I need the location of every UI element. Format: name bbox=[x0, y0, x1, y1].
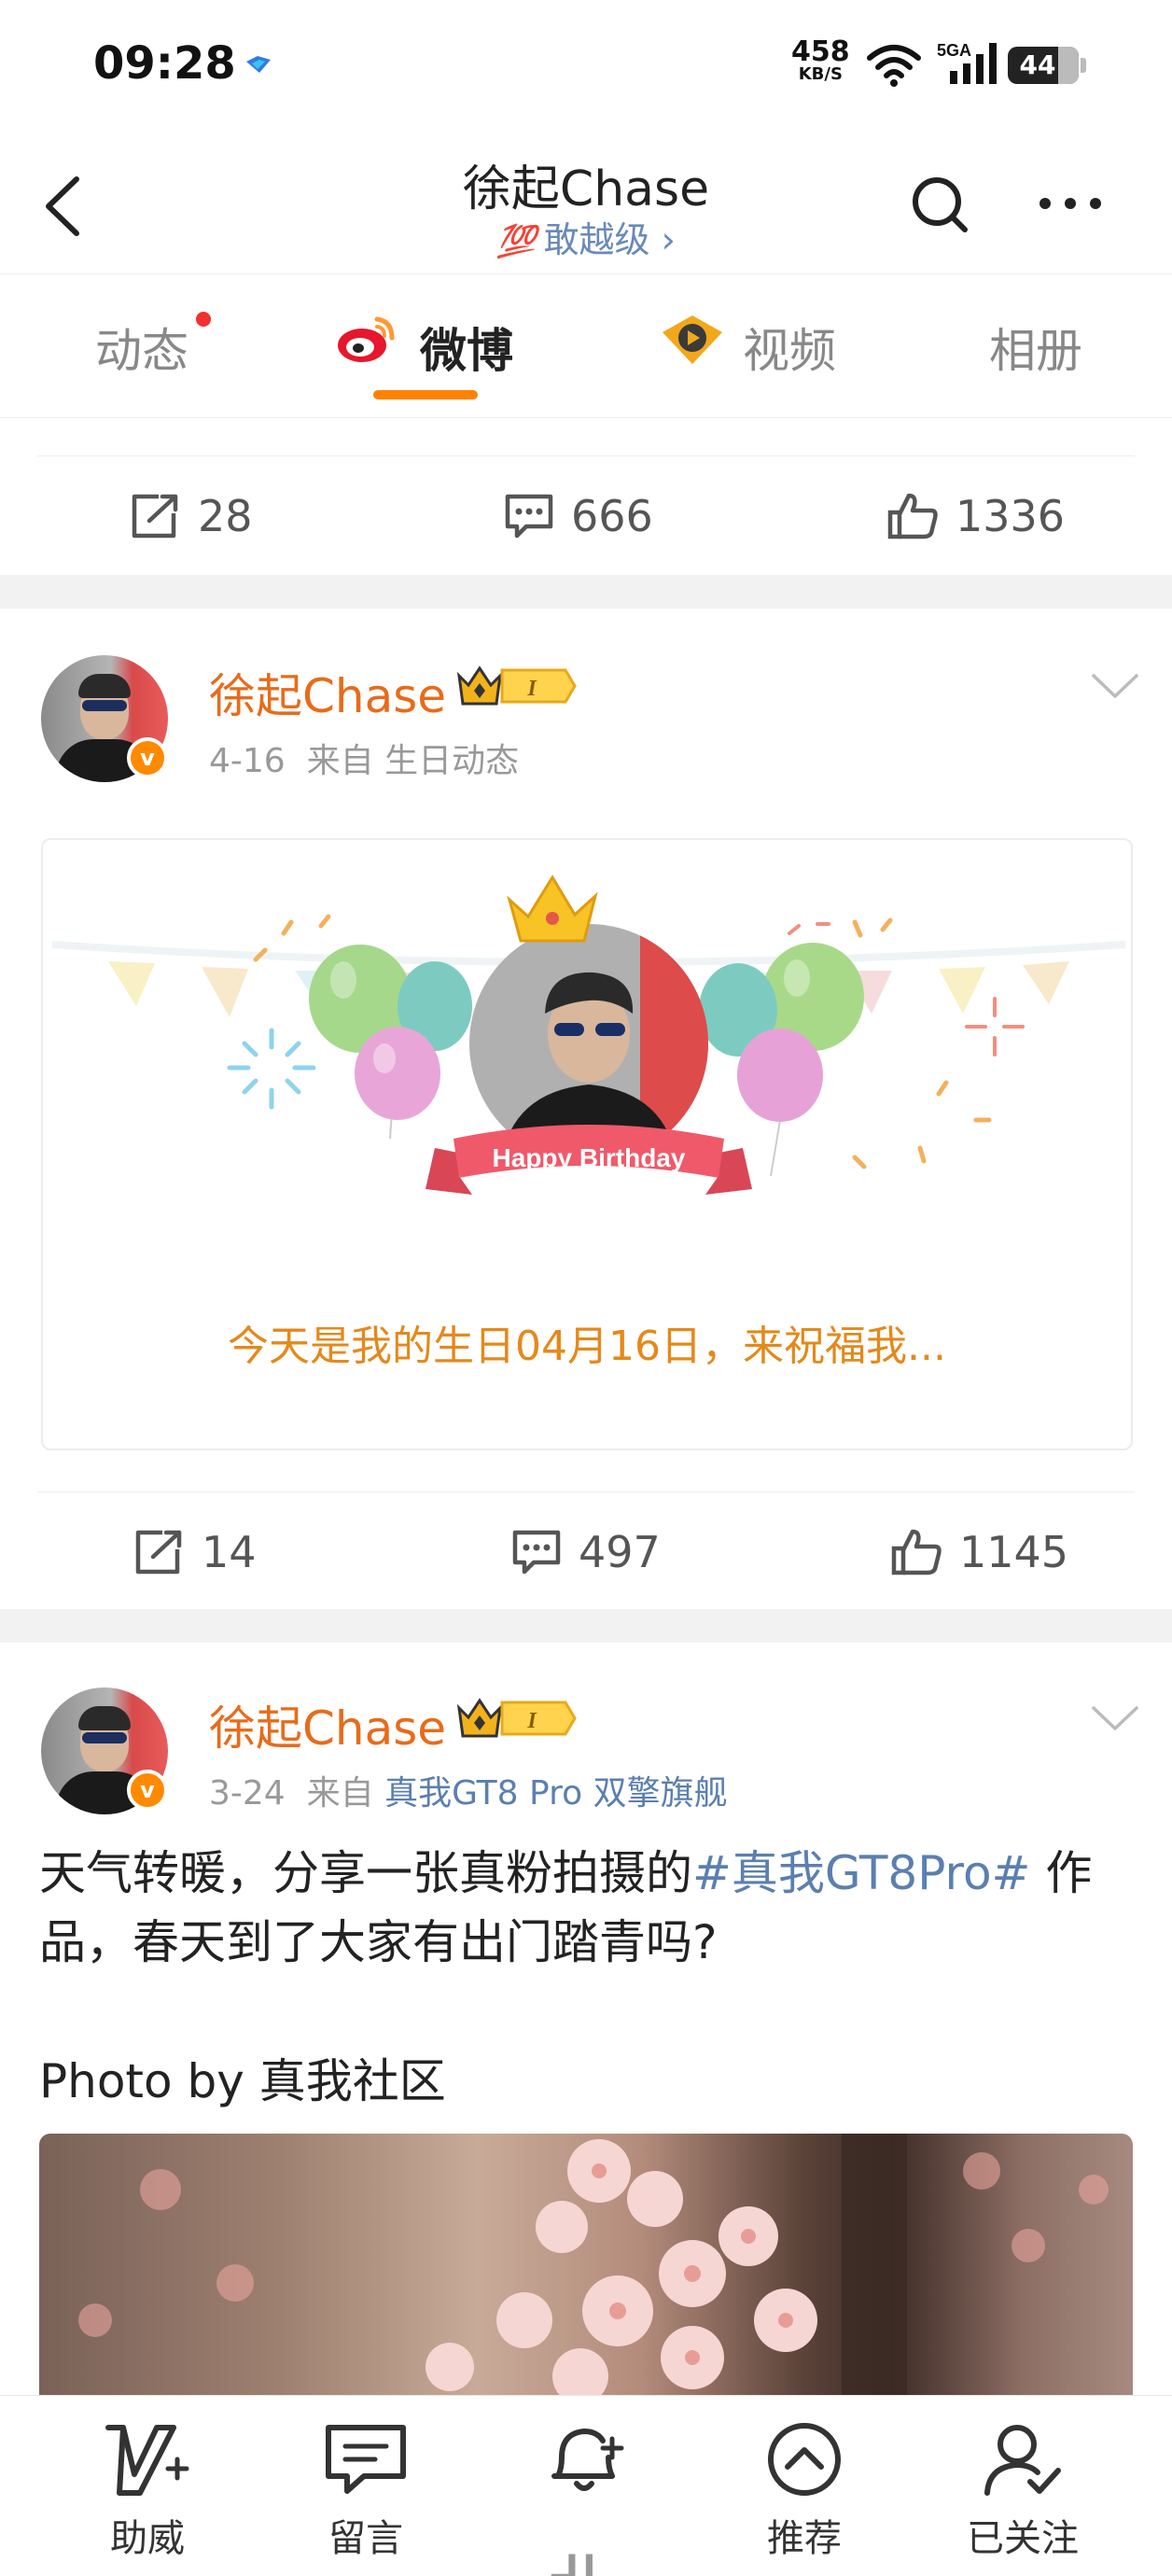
level-badge-icon: 💯 bbox=[496, 223, 537, 260]
weibo-logo-icon bbox=[338, 316, 395, 362]
like-count: 1145 bbox=[959, 1527, 1069, 1577]
profile-tabs: 动态 微博 视频 相册 bbox=[0, 274, 1172, 418]
repost-count: 28 bbox=[198, 491, 253, 541]
tab-album[interactable]: 相册 bbox=[989, 314, 1082, 381]
battery-icon: 44 bbox=[1008, 47, 1086, 84]
comment-button[interactable]: 666 bbox=[504, 490, 653, 542]
repost-button[interactable]: 28 bbox=[131, 490, 253, 542]
feed-divider bbox=[0, 575, 1172, 609]
repost-icon bbox=[132, 494, 178, 539]
verified-badge-icon: v bbox=[127, 1770, 168, 1811]
post-author-name[interactable]: 徐起Chase bbox=[209, 1691, 446, 1758]
like-button[interactable]: 1145 bbox=[890, 1526, 1068, 1578]
svg-text:5GA: 5GA bbox=[937, 41, 971, 60]
bottom-action-bar: 助威 留言 推荐 已关注 ▂▍▍▁ bbox=[0, 2395, 1172, 2576]
comment-button[interactable]: 497 bbox=[511, 1526, 661, 1578]
comment-count: 497 bbox=[579, 1527, 661, 1577]
post-date: 4-16 bbox=[209, 742, 286, 780]
user-level-link[interactable]: 💯 敢越级 › bbox=[0, 211, 1172, 262]
post-source: 生日动态 bbox=[384, 742, 520, 780]
active-tab-indicator bbox=[373, 390, 478, 399]
svg-text:I: I bbox=[526, 677, 537, 701]
birthday-banner-text: Happy Birthday bbox=[493, 1143, 686, 1172]
post-date: 3-24 bbox=[209, 1774, 286, 1813]
like-button[interactable]: 1336 bbox=[886, 490, 1065, 542]
bell-plus-icon bbox=[551, 2428, 624, 2491]
repost-icon bbox=[135, 1530, 182, 1575]
wifi-icon bbox=[867, 45, 921, 87]
message-button[interactable]: 留言 bbox=[291, 2420, 440, 2562]
app-notification-icon bbox=[246, 56, 271, 73]
birthday-card-text: 今天是我的生日04月16日，来祝福我... bbox=[228, 1323, 946, 1370]
feed-divider bbox=[0, 1609, 1172, 1643]
post-meta: 4-16 来自 生日动态 bbox=[209, 742, 520, 780]
cherry-blossom-image bbox=[78, 2134, 1109, 2395]
followed-icon bbox=[984, 2425, 1061, 2496]
signal-icon: 5GA bbox=[937, 41, 997, 84]
chevron-down-icon[interactable] bbox=[1092, 1704, 1138, 1732]
verified-badge-icon: v bbox=[127, 737, 168, 778]
repost-button[interactable]: 14 bbox=[134, 1526, 257, 1578]
tab-dynamics[interactable]: 动态 bbox=[95, 314, 188, 381]
search-icon[interactable] bbox=[909, 174, 970, 235]
tab-weibo[interactable]: 微博 bbox=[420, 314, 513, 381]
status-bar: 09:28 458 KB/S 5GA 44 bbox=[0, 0, 1172, 131]
photo-credit: Photo by 真我社区 bbox=[39, 2054, 446, 2108]
member-crown-icon[interactable]: I bbox=[455, 663, 577, 709]
cheer-button[interactable]: 助威 bbox=[73, 2420, 222, 2562]
post-meta: 3-24 来自 真我GT8 Pro 双擎旗舰 bbox=[209, 1774, 728, 1813]
birthday-card[interactable]: Happy Birthday 今天是我的生日04月16日，来祝福我... bbox=[41, 838, 1133, 1450]
comment-icon bbox=[505, 494, 553, 539]
like-count: 1336 bbox=[956, 491, 1066, 541]
post-author-name[interactable]: 徐起Chase bbox=[209, 659, 446, 726]
message-icon bbox=[326, 2425, 406, 2494]
hashtag-link[interactable]: #真我GT8Pro# bbox=[692, 1846, 1030, 1900]
network-speed: 458 KB/S bbox=[791, 35, 850, 84]
notify-button[interactable] bbox=[511, 2420, 661, 2499]
post-source-link[interactable]: 真我GT8 Pro 双擎旗舰 bbox=[384, 1774, 728, 1813]
svg-text:I: I bbox=[526, 1709, 537, 1733]
video-tab-icon bbox=[663, 315, 722, 364]
repost-count: 14 bbox=[202, 1527, 257, 1577]
like-icon bbox=[891, 1529, 942, 1575]
post-body-text: 天气转暖，分享一张真粉拍摄的#真我GT8Pro# 作品，春天到了大家有出门踏青吗… bbox=[39, 1846, 1093, 1969]
post-action-bar: 28 666 1336 bbox=[37, 455, 1135, 571]
home-indicator: ▂▍▍▁ bbox=[551, 2555, 621, 2576]
tab-video[interactable]: 视频 bbox=[743, 314, 836, 381]
post-action-bar: 14 497 1145 bbox=[37, 1491, 1135, 1607]
like-icon bbox=[887, 493, 938, 539]
birthday-illustration: Happy Birthday bbox=[51, 875, 1126, 1195]
recommend-button[interactable]: 推荐 bbox=[730, 2420, 879, 2562]
page-title[interactable]: 徐起Chase bbox=[0, 149, 1172, 219]
comment-icon bbox=[512, 1530, 561, 1575]
post-photo[interactable] bbox=[39, 2134, 1133, 2395]
status-time: 09:28 bbox=[93, 37, 236, 90]
profile-header: 徐起Chase 💯 敢越级 › bbox=[0, 131, 1172, 274]
comment-count: 666 bbox=[571, 491, 653, 541]
member-crown-icon[interactable]: I bbox=[455, 1695, 577, 1742]
more-options-icon[interactable] bbox=[1038, 194, 1103, 213]
recommend-icon bbox=[768, 2423, 841, 2496]
followed-button[interactable]: 已关注 bbox=[948, 2420, 1097, 2562]
notification-dot bbox=[196, 312, 211, 327]
chevron-down-icon[interactable] bbox=[1092, 672, 1138, 700]
cheer-icon bbox=[105, 2425, 189, 2496]
